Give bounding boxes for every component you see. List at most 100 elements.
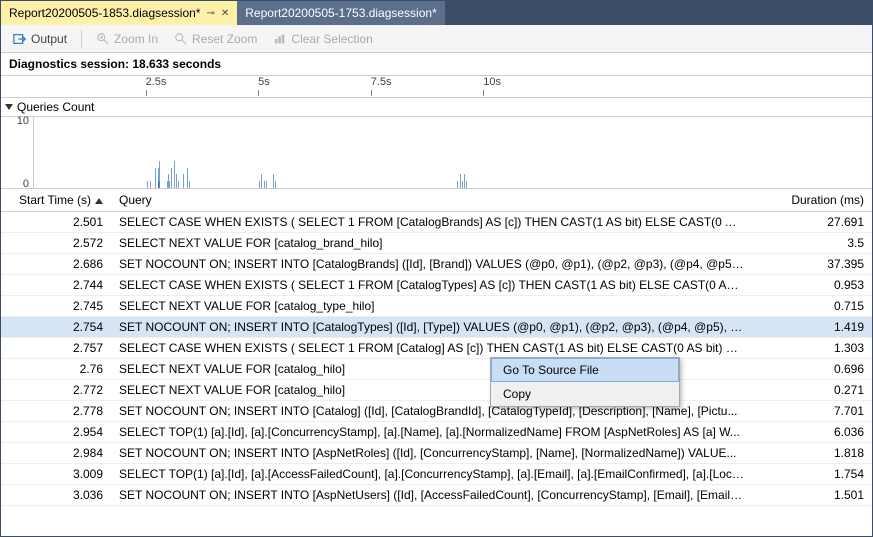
cell-duration: 1.303: [752, 338, 872, 359]
tab-report-1753[interactable]: Report20200505-1753.diagsession*: [237, 1, 444, 25]
cell-query: SELECT NEXT VALUE FOR [catalog_type_hilo…: [111, 296, 752, 317]
chart-bar: [275, 181, 276, 188]
chart-bar: [155, 168, 156, 188]
context-menu: Go To Source FileCopy: [490, 357, 680, 407]
zoom-in-button: Zoom In: [90, 30, 164, 48]
table-row[interactable]: 2.778SET NOCOUNT ON; INSERT INTO [Catalo…: [1, 401, 872, 422]
cell-start-time: 2.744: [1, 275, 111, 296]
table-row[interactable]: 3.009SELECT TOP(1) [a].[Id], [a].[Access…: [1, 464, 872, 485]
context-menu-item[interactable]: Copy: [491, 382, 679, 406]
cell-query: SET NOCOUNT ON; INSERT INTO [AspNetUsers…: [111, 485, 752, 506]
chart-bar: [171, 168, 172, 188]
cell-query: SELECT CASE WHEN EXISTS ( SELECT 1 FROM …: [111, 212, 752, 233]
cell-query: SET NOCOUNT ON; INSERT INTO [AspNetRoles…: [111, 443, 752, 464]
chart-bar: [273, 174, 274, 188]
chart-bar: [174, 161, 175, 188]
tab-report-1853[interactable]: Report20200505-1853.diagsession* ⊸ ✕: [1, 1, 237, 25]
timeline-tick: 2.5s: [146, 76, 167, 88]
cell-duration: 0.696: [752, 359, 872, 380]
cell-start-time: 3.009: [1, 464, 111, 485]
table-row[interactable]: 3.036SET NOCOUNT ON; INSERT INTO [AspNet…: [1, 485, 872, 506]
tab-label: Report20200505-1753.diagsession*: [245, 6, 436, 20]
chart-bar: [189, 181, 190, 188]
chart-plot[interactable]: [33, 117, 872, 188]
tab-label: Report20200505-1853.diagsession*: [9, 6, 200, 20]
clear-selection-label: Clear Selection: [291, 32, 372, 46]
reset-zoom-label: Reset Zoom: [192, 32, 257, 46]
sort-asc-icon: [95, 198, 103, 204]
output-icon: [13, 32, 27, 46]
chart-bar: [187, 168, 188, 188]
cell-duration: 37.395: [752, 254, 872, 275]
cell-start-time: 2.772: [1, 380, 111, 401]
context-menu-item[interactable]: Go To Source File: [491, 358, 679, 382]
pin-icon[interactable]: ⊸: [206, 8, 214, 19]
tab-bar: Report20200505-1853.diagsession* ⊸ ✕ Rep…: [1, 1, 872, 25]
chart-bar: [150, 181, 151, 188]
reset-zoom-button: Reset Zoom: [168, 30, 263, 48]
zoom-in-label: Zoom In: [114, 32, 158, 46]
cell-query: SELECT NEXT VALUE FOR [catalog_brand_hil…: [111, 233, 752, 254]
clear-selection-button: Clear Selection: [267, 30, 378, 48]
cell-query: SELECT TOP(1) [a].[Id], [a].[Concurrency…: [111, 422, 752, 443]
table-row[interactable]: 2.572SELECT NEXT VALUE FOR [catalog_bran…: [1, 233, 872, 254]
table-row[interactable]: 2.745SELECT NEXT VALUE FOR [catalog_type…: [1, 296, 872, 317]
table-row[interactable]: 2.757SELECT CASE WHEN EXISTS ( SELECT 1 …: [1, 338, 872, 359]
table-row[interactable]: 2.686SET NOCOUNT ON; INSERT INTO [Catalo…: [1, 254, 872, 275]
zoom-in-icon: [96, 32, 110, 46]
cell-start-time: 3.036: [1, 485, 111, 506]
chart-bar: [457, 181, 458, 188]
cell-query: SET NOCOUNT ON; INSERT INTO [CatalogType…: [111, 317, 752, 338]
timeline-ruler[interactable]: 2.5s5s7.5s10s: [1, 76, 872, 98]
cell-start-time: 2.572: [1, 233, 111, 254]
timeline-tick: 5s: [258, 76, 270, 88]
cell-query: SET NOCOUNT ON; INSERT INTO [CatalogBran…: [111, 254, 752, 275]
col-duration[interactable]: Duration (ms): [752, 189, 872, 212]
table-row[interactable]: 2.954SELECT TOP(1) [a].[Id], [a].[Concur…: [1, 422, 872, 443]
query-table-scroll[interactable]: Start Time (s) Query Duration (ms) 2.501…: [1, 189, 872, 536]
cell-start-time: 2.754: [1, 317, 111, 338]
toolbar: Output Zoom In Reset Zoom Clear Selectio…: [1, 25, 872, 53]
y-tick-10: 10: [17, 115, 29, 127]
reset-zoom-icon: [174, 32, 188, 46]
queries-count-header[interactable]: Queries Count: [1, 98, 872, 117]
chart-bar: [264, 181, 265, 188]
table-row[interactable]: 2.772SELECT NEXT VALUE FOR [catalog_hilo…: [1, 380, 872, 401]
cell-duration: 0.271: [752, 380, 872, 401]
cell-duration: 7.701: [752, 401, 872, 422]
output-button[interactable]: Output: [7, 30, 73, 48]
separator: [81, 30, 82, 48]
cell-duration: 3.5: [752, 233, 872, 254]
cell-query: SELECT TOP(1) [a].[Id], [a].[AccessFaile…: [111, 464, 752, 485]
cell-duration: 0.715: [752, 296, 872, 317]
cell-start-time: 2.778: [1, 401, 111, 422]
close-icon[interactable]: ✕: [221, 8, 229, 19]
chart-bar: [176, 174, 177, 188]
table-row[interactable]: 2.501SELECT CASE WHEN EXISTS ( SELECT 1 …: [1, 212, 872, 233]
col-start-time[interactable]: Start Time (s): [1, 189, 111, 212]
table-row[interactable]: 2.984SET NOCOUNT ON; INSERT INTO [AspNet…: [1, 443, 872, 464]
cell-duration: 1.419: [752, 317, 872, 338]
chart-bar: [183, 174, 184, 188]
table-row[interactable]: 2.744SELECT CASE WHEN EXISTS ( SELECT 1 …: [1, 275, 872, 296]
col-query[interactable]: Query: [111, 189, 752, 212]
query-table: Start Time (s) Query Duration (ms) 2.501…: [1, 189, 872, 506]
queries-count-label: Queries Count: [17, 100, 94, 114]
chart-bar: [147, 181, 148, 188]
cell-duration: 1.501: [752, 485, 872, 506]
chart-bar: [266, 181, 267, 188]
session-label: Diagnostics session: 18.633 seconds: [1, 53, 872, 76]
chart-bar: [178, 181, 179, 188]
collapse-icon[interactable]: [5, 104, 13, 110]
chart-bar: [464, 174, 465, 188]
queries-count-chart[interactable]: 10 0: [1, 117, 872, 189]
timeline-tick: 7.5s: [371, 76, 392, 88]
cell-duration: 1.754: [752, 464, 872, 485]
output-label: Output: [31, 32, 67, 46]
cell-start-time: 2.745: [1, 296, 111, 317]
table-row[interactable]: 2.76SELECT NEXT VALUE FOR [catalog_hilo]…: [1, 359, 872, 380]
table-header-row: Start Time (s) Query Duration (ms): [1, 189, 872, 212]
table-row[interactable]: 2.754SET NOCOUNT ON; INSERT INTO [Catalo…: [1, 317, 872, 338]
cell-start-time: 2.757: [1, 338, 111, 359]
cell-start-time: 2.686: [1, 254, 111, 275]
